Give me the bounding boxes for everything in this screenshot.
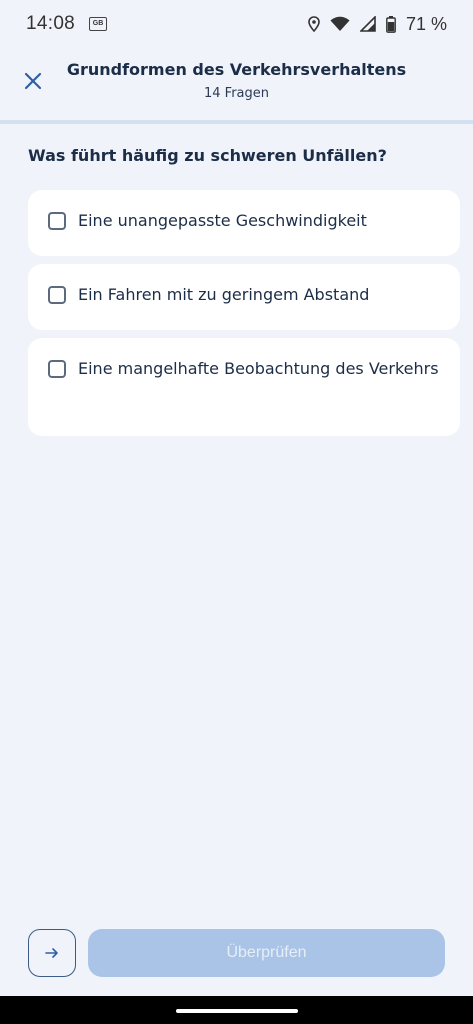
location-icon: [308, 16, 320, 32]
answer-checkbox-1[interactable]: [48, 212, 66, 230]
answer-option-2[interactable]: Ein Fahren mit zu geringem Abstand: [28, 264, 460, 330]
close-button[interactable]: [20, 68, 46, 94]
status-time: 14:08: [26, 13, 76, 34]
battery-percent: 71 %: [405, 13, 447, 34]
next-question-button[interactable]: [28, 929, 76, 977]
check-answer-button[interactable]: Überprüfen: [88, 929, 445, 977]
gb-news-icon: GB: [89, 17, 108, 31]
question-count: 14 Fragen: [203, 86, 269, 101]
answer-label-2: Ein Fahren mit zu geringem Abstand: [78, 285, 370, 304]
arrow-right-icon: [45, 948, 58, 958]
close-icon: [24, 72, 42, 90]
status-bar: 14:08 GB 71 %: [0, 0, 473, 48]
answer-label-3: Eine mangelhafte Beobachtung des Verkehr…: [78, 359, 439, 378]
answer-option-1[interactable]: Eine unangepasste Geschwindigkeit: [28, 190, 460, 256]
battery-icon: [386, 15, 396, 33]
home-gesture-handle[interactable]: [176, 1009, 298, 1013]
answer-checkbox-3[interactable]: [48, 360, 66, 378]
wifi-icon: [330, 16, 350, 31]
header: Grundformen des Verkehrsverhaltens 14 Fr…: [0, 48, 473, 120]
progress-bar: [0, 120, 473, 124]
signal-icon: [359, 16, 376, 32]
page-title: Grundformen des Verkehrsverhaltens: [66, 60, 407, 79]
answer-checkbox-2[interactable]: [48, 286, 66, 304]
system-navigation-bar: [0, 996, 473, 1024]
question-text: Was führt häufig zu schweren Unfällen?: [28, 146, 387, 165]
answer-option-3[interactable]: Eine mangelhafte Beobachtung des Verkehr…: [28, 338, 460, 436]
answer-list: Eine unangepasste Geschwindigkeit Ein Fa…: [28, 190, 460, 444]
answer-label-1: Eine unangepasste Geschwindigkeit: [78, 211, 367, 230]
